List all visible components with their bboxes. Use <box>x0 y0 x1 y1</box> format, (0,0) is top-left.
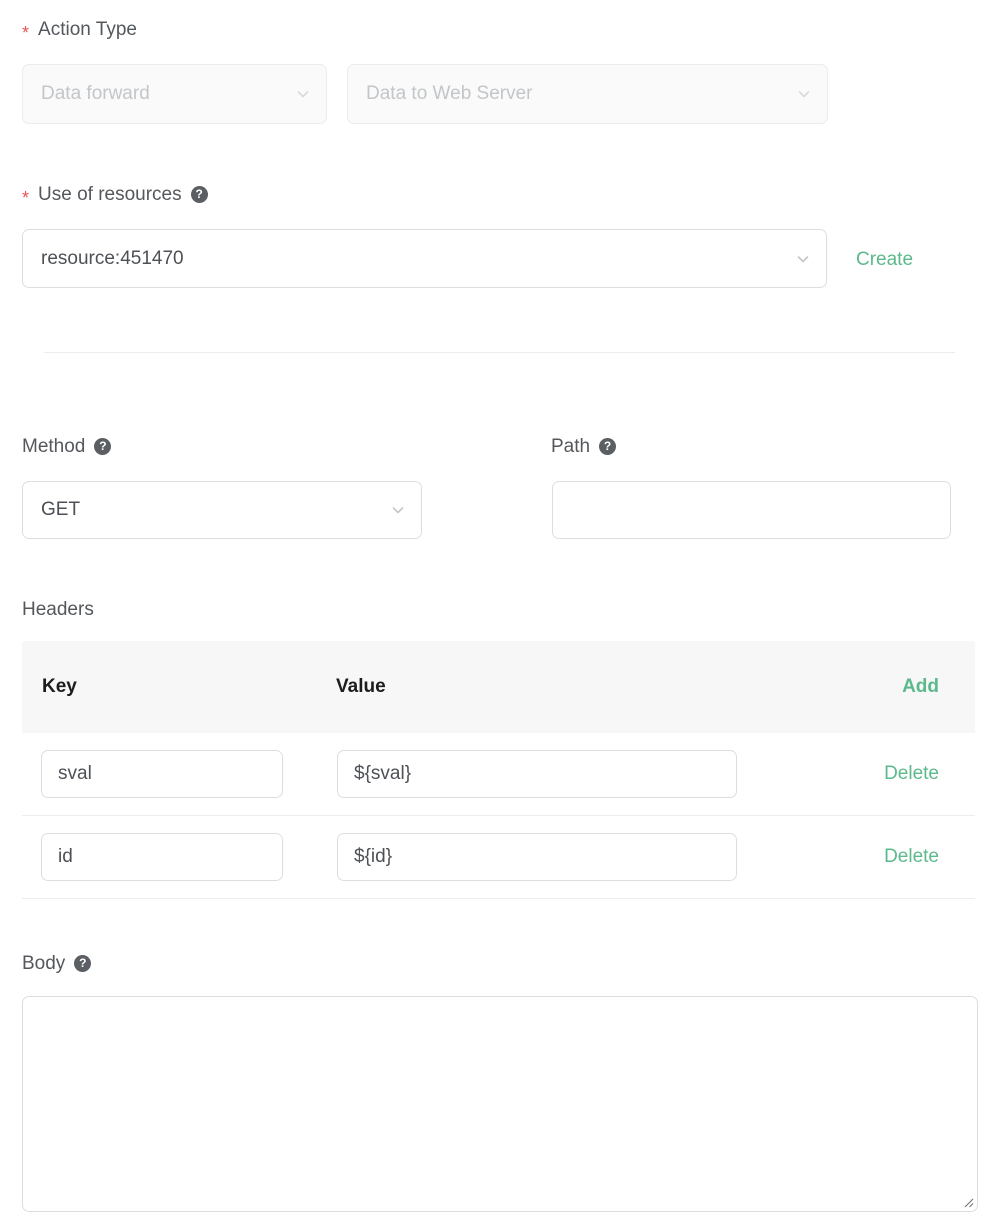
path-label: Path ? <box>551 437 616 456</box>
section-divider <box>44 352 955 353</box>
help-circle-icon[interactable]: ? <box>74 955 91 972</box>
header-value-input[interactable]: ${sval} <box>337 750 737 798</box>
column-header-key: Key <box>42 676 77 698</box>
headers-label: Headers <box>22 600 94 619</box>
body-label-text: Body <box>22 954 65 973</box>
action-type-label: * Action Type <box>22 20 137 39</box>
action-type-primary-select[interactable]: Data forward <box>22 64 327 124</box>
resource-select-value: resource:451470 <box>41 248 794 270</box>
action-type-secondary-select[interactable]: Data to Web Server <box>347 64 828 124</box>
action-type-label-text: Action Type <box>38 20 137 39</box>
body-textarea[interactable] <box>22 996 978 1212</box>
header-key-value: id <box>58 846 73 868</box>
help-circle-icon[interactable]: ? <box>94 438 111 455</box>
action-type-primary-value: Data forward <box>41 83 294 105</box>
add-header-button[interactable]: Add <box>902 676 939 698</box>
action-config-form: * Action Type Data forward Data to Web S… <box>0 0 996 1232</box>
action-type-secondary-value: Data to Web Server <box>366 83 795 105</box>
help-circle-icon[interactable]: ? <box>191 186 208 203</box>
headers-table-head: Key Value Add <box>22 641 975 733</box>
use-of-resources-label-text: Use of resources <box>38 185 182 204</box>
header-value-input[interactable]: ${id} <box>337 833 737 881</box>
resource-select[interactable]: resource:451470 <box>22 229 827 288</box>
required-asterisk: * <box>22 24 29 42</box>
resize-grip-icon[interactable] <box>960 1194 974 1208</box>
method-select[interactable]: GET <box>22 481 422 539</box>
header-key-input[interactable]: sval <box>41 750 283 798</box>
use-of-resources-label: * Use of resources ? <box>22 185 208 204</box>
chevron-down-icon <box>794 250 812 268</box>
header-value-value: ${id} <box>354 846 392 868</box>
column-header-value: Value <box>336 676 386 698</box>
chevron-down-icon <box>389 501 407 519</box>
table-row: sval ${sval} Delete <box>22 733 975 816</box>
delete-header-button[interactable]: Delete <box>884 846 939 868</box>
table-row: id ${id} Delete <box>22 816 975 899</box>
help-circle-icon[interactable]: ? <box>599 438 616 455</box>
required-asterisk: * <box>22 189 29 207</box>
create-resource-link[interactable]: Create <box>856 250 913 269</box>
path-input[interactable] <box>552 481 951 539</box>
chevron-down-icon <box>294 85 312 103</box>
header-key-value: sval <box>58 763 92 785</box>
method-label-text: Method <box>22 437 85 456</box>
body-label: Body ? <box>22 954 91 973</box>
header-value-value: ${sval} <box>354 763 411 785</box>
chevron-down-icon <box>795 85 813 103</box>
headers-table: Key Value Add sval ${sval} Delete id ${i… <box>22 641 975 899</box>
method-select-value: GET <box>41 499 389 521</box>
method-label: Method ? <box>22 437 111 456</box>
header-key-input[interactable]: id <box>41 833 283 881</box>
path-label-text: Path <box>551 437 590 456</box>
headers-label-text: Headers <box>22 600 94 619</box>
delete-header-button[interactable]: Delete <box>884 763 939 785</box>
